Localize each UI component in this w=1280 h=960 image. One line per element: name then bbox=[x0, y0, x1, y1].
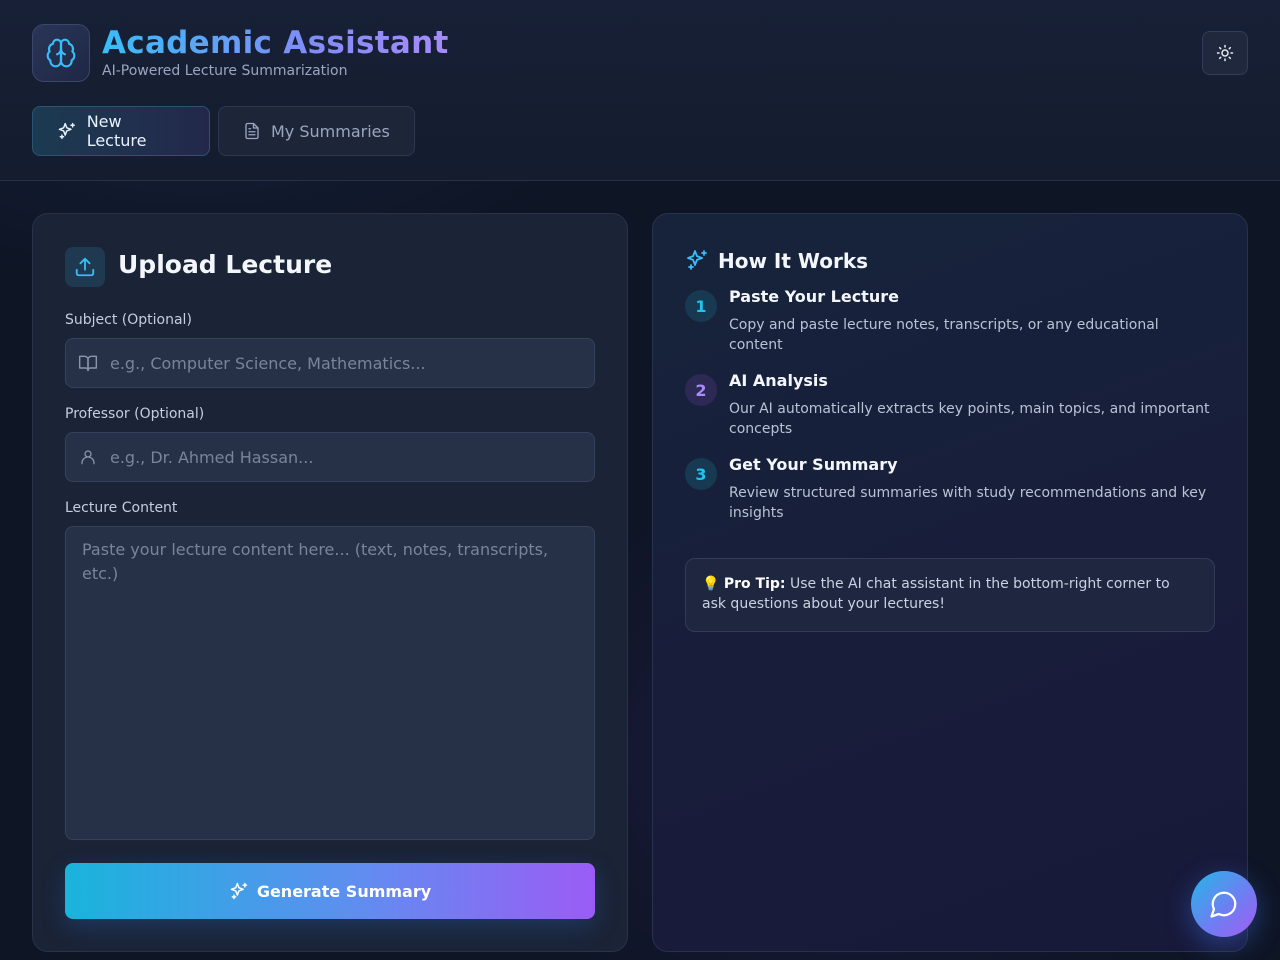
chat-bubble-icon bbox=[1210, 891, 1237, 918]
subject-input[interactable] bbox=[110, 353, 594, 373]
lecture-content-textarea[interactable] bbox=[65, 526, 595, 840]
app-subtitle: AI-Powered Lecture Summarization bbox=[102, 63, 348, 79]
sparkles-icon bbox=[58, 122, 75, 140]
professor-input[interactable] bbox=[110, 447, 594, 467]
tab-label: My Summaries bbox=[271, 121, 390, 141]
step-number: 1 bbox=[685, 290, 717, 322]
pro-tip-label: Pro Tip: bbox=[723, 576, 786, 592]
chat-assistant-button[interactable] bbox=[1191, 871, 1257, 937]
generate-summary-label: Generate Summary bbox=[256, 881, 432, 901]
content-label: Lecture Content bbox=[65, 500, 178, 516]
step-description: Our AI automatically extracts key points… bbox=[729, 401, 1210, 437]
step-title: Paste Your Lecture bbox=[729, 287, 899, 306]
pro-tip: 💡 Pro Tip: Use the AI chat assistant in … bbox=[685, 558, 1215, 632]
upload-lecture-card: Upload Lecture Subject (Optional) Profes… bbox=[32, 213, 628, 952]
generate-summary-button[interactable]: Generate Summary bbox=[65, 863, 595, 919]
step-description: Review structured summaries with study r… bbox=[729, 485, 1207, 521]
tab-label: New Lecture bbox=[86, 112, 147, 150]
app-header: Academic Assistant AI-Powered Lecture Su… bbox=[0, 0, 1280, 181]
professor-field[interactable] bbox=[65, 432, 595, 482]
book-icon bbox=[66, 353, 110, 373]
sun-icon bbox=[1216, 44, 1234, 62]
subject-field[interactable] bbox=[65, 338, 595, 388]
upload-title: Upload Lecture bbox=[118, 250, 333, 279]
upload-icon bbox=[65, 247, 105, 287]
lightbulb-icon: 💡 bbox=[702, 576, 720, 592]
user-icon bbox=[66, 447, 110, 467]
how-it-works-title: How It Works bbox=[718, 249, 869, 273]
step-number: 2 bbox=[685, 374, 717, 406]
document-icon bbox=[245, 122, 259, 140]
tab-my-summaries[interactable]: My Summaries bbox=[218, 106, 415, 156]
brain-icon bbox=[32, 24, 90, 82]
app-title: Academic Assistant bbox=[102, 25, 449, 61]
step-title: AI Analysis bbox=[729, 371, 828, 390]
sparkles-icon bbox=[230, 882, 248, 900]
step-description: Copy and paste lecture notes, transcript… bbox=[729, 317, 1159, 353]
step-number: 3 bbox=[685, 458, 717, 490]
subject-label: Subject (Optional) bbox=[65, 312, 192, 328]
tab-new-lecture[interactable]: New Lecture bbox=[32, 106, 210, 156]
step-title: Get Your Summary bbox=[729, 455, 898, 474]
professor-label: Professor (Optional) bbox=[65, 406, 205, 422]
how-it-works-card: How It Works 1 Paste Your Lecture Copy a… bbox=[652, 213, 1248, 952]
sparkles-icon bbox=[687, 250, 707, 270]
theme-toggle-button[interactable] bbox=[1202, 31, 1248, 75]
